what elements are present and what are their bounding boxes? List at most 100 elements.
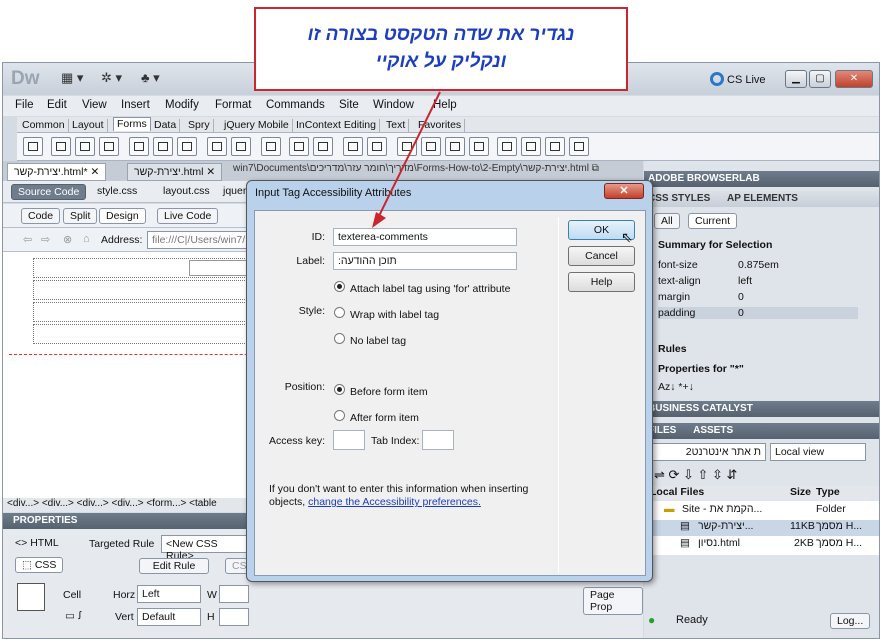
menu-edit[interactable]: Edit	[47, 99, 67, 111]
tab-text[interactable]: Text	[383, 119, 410, 133]
code-view-button[interactable]: Code	[21, 208, 61, 224]
tab-ap-elements[interactable]: AP ELEMENTS	[727, 193, 798, 204]
site-select[interactable]: ת אתר אינטרנט2	[648, 443, 766, 461]
related-file[interactable]: jquer	[223, 185, 246, 197]
button-icon[interactable]	[313, 137, 333, 156]
page-properties-button[interactable]: Page Prop	[583, 587, 643, 615]
label-input[interactable]: תוכן ההודעה:	[333, 252, 517, 270]
stop-icon[interactable]: ⊗	[63, 233, 72, 246]
home-icon[interactable]: ⌂	[83, 233, 90, 245]
tab-index-input[interactable]	[422, 430, 454, 450]
id-input[interactable]: texterea-comments	[333, 228, 517, 246]
business-catalyst-header[interactable]: BUSINESS CATALYST	[644, 401, 879, 417]
log-button[interactable]: Log...	[830, 613, 871, 629]
form-icon[interactable]	[23, 137, 43, 156]
back-icon[interactable]: ⇦	[23, 233, 32, 246]
col-name[interactable]: Local Files	[650, 486, 704, 498]
minimize-button[interactable]: ▁	[785, 70, 807, 88]
tab-assets[interactable]: ASSETS	[693, 425, 733, 436]
related-file[interactable]: style.css	[97, 185, 137, 197]
tab-data[interactable]: Data	[151, 119, 181, 133]
sort-icons[interactable]: Az↓ *+↓	[658, 381, 694, 393]
design-view-button[interactable]: Design	[99, 208, 146, 224]
radio-button-icon[interactable]	[153, 137, 173, 156]
width-input[interactable]	[219, 585, 249, 603]
address-input[interactable]: file:///C|/Users/win7/	[147, 231, 247, 249]
col-type[interactable]: Type	[816, 486, 840, 498]
cs-live-button[interactable]: CS Live	[710, 72, 766, 86]
spry-radio-group-icon[interactable]	[545, 137, 565, 156]
menu-file[interactable]: File	[15, 99, 34, 111]
menu-modify[interactable]: Modify	[165, 99, 199, 111]
all-mode-button[interactable]: All	[654, 213, 680, 229]
layout-icon[interactable]: ▦ ▾	[61, 70, 83, 86]
source-code-button[interactable]: Source Code	[11, 184, 87, 200]
files-toolbar-icons[interactable]: ⇌ ⟳ ⇩ ⇧ ⇳ ⇵	[654, 467, 737, 483]
prop-value[interactable]: 0.875em	[738, 259, 779, 271]
related-file[interactable]: layout.css	[163, 185, 210, 197]
html-mode-button[interactable]: <> HTML	[15, 537, 59, 549]
label-icon[interactable]	[343, 137, 363, 156]
menu-view[interactable]: View	[82, 99, 107, 111]
file-field-icon[interactable]	[289, 137, 309, 156]
menu-insert[interactable]: Insert	[121, 99, 150, 111]
maximize-button[interactable]: ▢	[809, 70, 831, 88]
current-mode-button[interactable]: Current	[688, 213, 738, 229]
tab-layout[interactable]: Layout	[69, 119, 108, 133]
tab-spry[interactable]: Spry	[185, 119, 214, 133]
spry-textfield-icon[interactable]	[397, 137, 417, 156]
no-label-radio[interactable]	[334, 333, 345, 344]
gear-icon[interactable]: ✲ ▾	[101, 70, 122, 86]
hidden-field-icon[interactable]	[75, 137, 95, 156]
checkbox-icon[interactable]	[129, 137, 149, 156]
list-item[interactable]: ▤ יצירת-קשר... 11KB מסמך H...	[644, 520, 879, 536]
accessibility-preferences-link[interactable]: change the Accessibility preferences.	[308, 496, 481, 508]
access-key-input[interactable]	[333, 430, 365, 450]
prop-name[interactable]: text-align	[658, 275, 701, 287]
spry-password-icon[interactable]	[497, 137, 517, 156]
spry-validation-icon[interactable]	[569, 137, 589, 156]
list-item[interactable]: ▬ Site - הקמת את... Folder	[644, 503, 879, 519]
view-select[interactable]: Local view	[770, 443, 866, 461]
tab-incontext-editing[interactable]: InContext Editing	[293, 119, 380, 133]
split-view-button[interactable]: Split	[63, 208, 98, 224]
spry-select-icon[interactable]	[469, 137, 489, 156]
doc-tab-active[interactable]: יצירת-קשר.html* ✕	[7, 163, 107, 181]
doc-tab[interactable]: יצירת-קשר.html ✕	[127, 163, 223, 181]
prop-value[interactable]: 0	[738, 291, 744, 303]
after-item-radio[interactable]	[334, 410, 345, 421]
height-input[interactable]	[219, 608, 249, 626]
attach-label-radio[interactable]	[334, 281, 345, 292]
menu-help[interactable]: Help	[433, 99, 457, 111]
merge-split-icon[interactable]: ▭ ꭍ	[65, 609, 82, 623]
help-button[interactable]: Help	[568, 272, 635, 292]
css-mode-button[interactable]: ⬚ CSS	[15, 557, 64, 573]
spry-confirm-icon[interactable]	[521, 137, 541, 156]
radio-group-icon[interactable]	[177, 137, 197, 156]
menu-window[interactable]: Window	[373, 99, 414, 111]
forward-icon[interactable]: ⇨	[41, 233, 50, 246]
dialog-close-button[interactable]: ✕	[604, 183, 644, 199]
tab-jquery-mobile[interactable]: jQuery Mobile	[221, 119, 293, 133]
vert-select[interactable]: Default	[137, 608, 201, 626]
close-button[interactable]: ✕	[835, 70, 873, 88]
live-code-button[interactable]: Live Code	[157, 208, 219, 224]
browserlab-header[interactable]: ADOBE BROWSERLAB	[644, 171, 879, 187]
list-item[interactable]: ▤ נסיון.html 2KB מסמך H...	[644, 537, 879, 553]
tab-favorites[interactable]: Favorites	[415, 119, 466, 133]
menu-site[interactable]: Site	[339, 99, 359, 111]
horz-select[interactable]: Left	[137, 585, 201, 603]
col-size[interactable]: Size	[790, 486, 811, 498]
sitemap-icon[interactable]: ♣ ▾	[141, 70, 160, 86]
spry-textarea-icon[interactable]	[421, 137, 441, 156]
image-field-icon[interactable]	[261, 137, 281, 156]
tab-common[interactable]: Common	[19, 119, 69, 133]
spry-checkbox-icon[interactable]	[445, 137, 465, 156]
edit-rule-button[interactable]: Edit Rule	[139, 558, 209, 574]
tab-css-styles[interactable]: CSS STYLES	[648, 193, 710, 204]
textarea-icon[interactable]	[99, 137, 119, 156]
jump-menu-icon[interactable]	[231, 137, 251, 156]
prop-name[interactable]: font-size	[658, 259, 698, 271]
wrap-label-radio[interactable]	[334, 307, 345, 318]
menu-format[interactable]: Format	[215, 99, 251, 111]
